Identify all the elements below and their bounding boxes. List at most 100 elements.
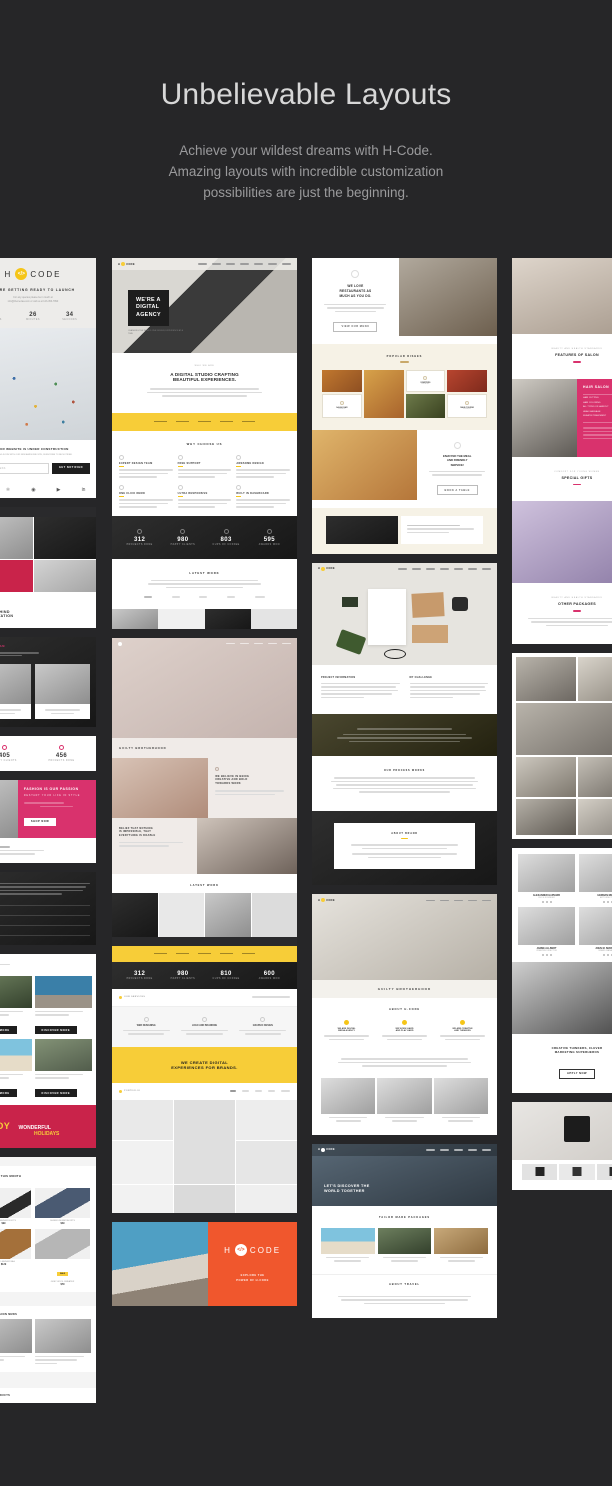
blog-card[interactable] [34,1318,91,1367]
template-card-counters[interactable]: 405 HAPPY CLIENTS 456 PROJECTS DONE [0,736,96,771]
nav-link-blog[interactable] [282,642,291,645]
dish-photo[interactable] [447,369,487,392]
product-card[interactable]: BLACK LEATHER BOOTS $99 [0,1187,31,1225]
linkedin-icon[interactable] [549,901,552,903]
safari-photo[interactable] [578,657,612,701]
filter-marketing[interactable] [255,596,266,598]
work-thumb[interactable] [158,608,205,629]
nav-link-home[interactable] [426,899,435,902]
filter-print[interactable] [242,1090,249,1092]
work-thumb[interactable] [112,608,159,629]
portfolio-thumb-bag[interactable] [236,1140,297,1184]
linkedin-icon[interactable]: in [82,487,86,493]
team-member[interactable]: JANNE ALLBERT CREATIVE DIRECTOR [518,907,575,956]
template-card-fashion-team[interactable]: TALENT BEHIND OUR REPUTATION [0,507,96,628]
template-card-dark-team[interactable]: MEET THE TEAM [0,637,96,727]
portfolio-thumb-card[interactable] [112,1099,173,1140]
filter-all[interactable] [230,1090,236,1092]
package-card[interactable] [321,1227,375,1264]
template-card-salon[interactable]: BEAUTY AND HEALTH STANDARDS FEATURES OF … [512,258,612,644]
nav-link-about[interactable] [240,642,249,645]
filter-brand[interactable] [255,1090,262,1092]
template-card-coming-soon[interactable]: H </> CODE WE'RE GETTING READY TO LAUNCH… [0,258,96,498]
yellow-filter-bar[interactable] [112,945,297,962]
twitter-icon[interactable] [545,954,548,956]
dish-photo[interactable] [322,369,362,392]
filter-all[interactable] [143,596,152,598]
template-card-fashion-promo[interactable]: FASHION IS OUR PASSION RESTART YOUR LIFE… [0,780,96,863]
portfolio-thumb-book[interactable] [112,1184,173,1213]
nav-link-portfolio[interactable] [254,642,263,645]
package-card[interactable] [377,1227,432,1264]
nav-link-pages[interactable] [240,263,249,265]
discover-more-button[interactable]: DISCOVER MORE [34,1089,78,1097]
work-thumb[interactable] [158,892,204,937]
facebook-icon[interactable] [541,901,544,903]
accordion-item[interactable]: OUR TAILORS [0,924,90,936]
nav-link-about[interactable] [212,263,221,265]
portfolio-thumb-bottle[interactable] [174,1099,235,1184]
nav-link-portfolio[interactable] [426,568,435,570]
team-member[interactable]: ALEXANDER HARVARD CEO & FOUNDER [518,854,575,903]
safari-photo[interactable] [516,757,576,797]
portfolio-thumb-card2[interactable] [236,1184,297,1213]
package-card[interactable] [434,1227,488,1264]
nav-link-about[interactable] [440,899,449,902]
work-thumb[interactable] [204,608,251,629]
view-menu-button[interactable]: VIEW OUR MENU [333,321,378,332]
discover-more-button[interactable]: DISCOVER MORE [0,1089,17,1097]
nav-link-blog[interactable] [468,899,477,902]
work-thumb[interactable] [112,892,158,937]
nav-links[interactable] [426,899,491,902]
email-input[interactable]: EMAIL ADDRESS [0,463,49,474]
filter-branding[interactable] [154,952,167,955]
nav-link-pages[interactable] [440,568,449,570]
template-card-bag-shop[interactable] [512,1102,612,1190]
nav-links[interactable] [398,568,491,570]
twitter-icon[interactable] [606,954,609,956]
filter-application[interactable] [242,952,255,955]
nav-links[interactable] [426,1149,491,1151]
filter-branding[interactable] [154,420,167,423]
nav-link-tours[interactable] [454,1149,463,1151]
team-member[interactable]: HERMAN MILLER ART DIRECTOR [579,854,612,903]
nav-link-portfolio[interactable] [454,899,463,902]
template-card-travel[interactable]: H CODE LET'S DISCOVER THE WORLD TOGETHER… [312,1143,497,1319]
safari-photo[interactable] [516,799,576,835]
nav-link-home[interactable] [198,263,207,265]
filter-marketing[interactable] [220,952,233,955]
template-card-hcode-orange[interactable]: H </> CODE EXPLORE THE POWER OF H-CODE [112,1221,297,1306]
member-card[interactable] [433,1077,488,1124]
member-card[interactable] [377,1077,432,1124]
product-card[interactable]: BROWN LEATHER BAG $129 [0,1228,31,1286]
bag-thumb[interactable] [559,1164,595,1180]
shop-now-button[interactable]: SHOP NOW [23,817,57,826]
apply-now-button[interactable]: APPLY NOW [559,1068,595,1079]
youtube-icon[interactable]: ▶ [57,487,61,493]
bag-thumb[interactable] [522,1164,558,1180]
work-thumb[interactable] [250,608,297,629]
filter-website[interactable] [198,420,211,423]
filter-print[interactable] [176,420,189,423]
facebook-icon[interactable] [602,901,605,903]
portfolio-thumb-sign[interactable] [236,1099,297,1140]
member-card[interactable] [321,1077,376,1124]
dribbble-icon[interactable]: ⚛ [6,487,10,493]
instagram-icon[interactable]: ◉ [31,487,35,493]
product-card[interactable]: SALE GREY WOOL SWEATER $79 [35,1228,90,1286]
get-notified-button[interactable]: GET NOTIFIED [51,463,90,474]
nav-link-blog[interactable] [468,568,477,570]
filter-brand[interactable] [199,596,208,598]
portfolio-thumb-spoon[interactable] [174,1184,235,1213]
team-member-card[interactable] [35,664,90,719]
portfolio-filters[interactable] [230,1090,290,1092]
template-card-afro[interactable]: H CODE GUILTY BROTHERHOOD ABOUT H-CODE W… [312,894,497,1135]
travel-card[interactable]: DISCOVER MORE [34,1038,92,1099]
work-thumb[interactable] [251,892,297,937]
template-card-beauty[interactable]: GUILTY BROTHERHOOD WE BELIEVE IN BEING C… [112,637,297,1213]
template-card-restaurant[interactable]: WE LOVE RESTAURANTS AS MUCH AS YOU DO. V… [312,258,497,554]
safari-photo[interactable] [578,757,612,797]
safari-photo[interactable] [578,799,612,835]
filter-print[interactable] [171,596,180,598]
dish-photo[interactable] [405,393,446,418]
